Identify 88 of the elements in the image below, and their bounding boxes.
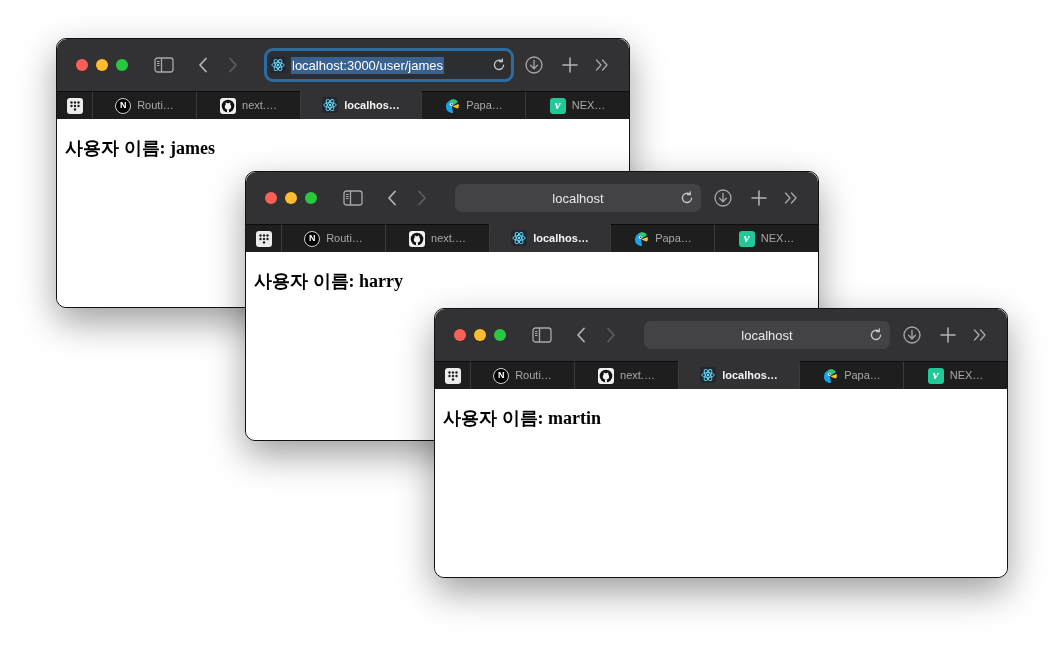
back-chevron-icon — [198, 57, 208, 73]
tab[interactable]: localhos… — [300, 91, 421, 119]
url-text: localhost — [551, 189, 605, 207]
tab[interactable]: v NEX… — [525, 91, 629, 119]
reload-icon — [869, 328, 883, 342]
back-button[interactable] — [387, 190, 397, 206]
sidebar-button[interactable] — [532, 327, 552, 343]
plus-icon — [751, 190, 767, 206]
page-heading: 사용자 이름: martin — [443, 407, 601, 429]
forward-chevron-icon — [417, 190, 427, 206]
parrot-icon — [822, 367, 839, 384]
dots-grid-icon — [255, 230, 272, 247]
atom-icon — [511, 230, 528, 246]
atom-icon — [322, 97, 339, 113]
more-tabs-button[interactable] — [595, 59, 609, 71]
back-chevron-icon — [387, 190, 397, 206]
url-text: localhost:3000/user/james — [291, 56, 445, 74]
zoom-button[interactable] — [116, 59, 128, 71]
tab[interactable]: v NEX… — [903, 361, 1007, 389]
atom-icon — [270, 57, 286, 73]
dots-grid-icon — [66, 97, 83, 114]
sidebar-button[interactable] — [154, 57, 174, 73]
reload-icon — [492, 58, 506, 72]
tab[interactable]: Papa… — [610, 224, 714, 252]
back-button[interactable] — [576, 327, 586, 343]
reload-button[interactable] — [869, 328, 883, 342]
download-button[interactable] — [903, 326, 921, 344]
close-button[interactable] — [76, 59, 88, 71]
new-tab-button[interactable] — [751, 190, 767, 206]
minimize-button[interactable] — [474, 329, 486, 341]
download-button[interactable] — [714, 189, 732, 207]
dots-grid-icon — [444, 367, 461, 384]
sidebar-icon — [154, 57, 174, 73]
minimize-button[interactable] — [285, 192, 297, 204]
tab[interactable]: N Routi… — [470, 361, 574, 389]
close-button[interactable] — [265, 192, 277, 204]
cat-silhouette-icon — [409, 230, 426, 247]
tab[interactable]: next.… — [385, 224, 489, 252]
letter-tile-icon: v — [738, 230, 755, 247]
sidebar-button[interactable] — [343, 190, 363, 206]
tab[interactable]: localhos… — [678, 361, 799, 389]
reload-icon — [680, 191, 694, 205]
sidebar-icon — [343, 190, 363, 206]
tab[interactable]: next.… — [196, 91, 300, 119]
parrot-icon — [633, 230, 650, 247]
download-button[interactable] — [525, 56, 543, 74]
download-icon — [714, 189, 732, 207]
more-tabs-button[interactable] — [784, 192, 798, 204]
zoom-button[interactable] — [494, 329, 506, 341]
new-tab-button[interactable] — [940, 327, 956, 343]
download-icon — [525, 56, 543, 74]
new-tab-button[interactable] — [562, 57, 578, 73]
reload-button[interactable] — [492, 58, 506, 72]
tab[interactable]: v NEX… — [714, 224, 818, 252]
atom-icon — [700, 367, 717, 383]
tab[interactable]: next.… — [574, 361, 678, 389]
minimize-button[interactable] — [96, 59, 108, 71]
forward-chevron-icon — [228, 57, 238, 73]
close-button[interactable] — [454, 329, 466, 341]
address-bar[interactable]: localhost — [644, 321, 890, 349]
sidebar-icon — [532, 327, 552, 343]
tab[interactable]: N Routi… — [92, 91, 196, 119]
zoom-button[interactable] — [305, 192, 317, 204]
letter-tile-icon: v — [549, 97, 566, 114]
reload-button[interactable] — [680, 191, 694, 205]
parrot-icon — [444, 97, 461, 114]
tab[interactable]: Papa… — [799, 361, 903, 389]
tab[interactable]: N Routi… — [281, 224, 385, 252]
double-chevron-icon — [784, 192, 798, 204]
cat-silhouette-icon — [598, 367, 615, 384]
back-chevron-icon — [576, 327, 586, 343]
double-chevron-icon — [595, 59, 609, 71]
back-button[interactable] — [198, 57, 208, 73]
url-text: localhost — [740, 326, 794, 344]
address-bar[interactable]: localhost — [455, 184, 701, 212]
tab[interactable]: localhos… — [489, 224, 610, 252]
double-chevron-icon — [973, 329, 987, 341]
page-heading: 사용자 이름: james — [65, 137, 215, 159]
forward-chevron-icon — [606, 327, 616, 343]
address-bar[interactable]: localhost:3000/user/james — [264, 48, 514, 82]
more-tabs-button[interactable] — [973, 329, 987, 341]
download-icon — [903, 326, 921, 344]
page-heading: 사용자 이름: harry — [254, 270, 403, 292]
tab[interactable]: Papa… — [421, 91, 525, 119]
plus-icon — [940, 327, 956, 343]
plus-icon — [562, 57, 578, 73]
letter-tile-icon: v — [927, 367, 944, 384]
cat-silhouette-icon — [220, 97, 237, 114]
